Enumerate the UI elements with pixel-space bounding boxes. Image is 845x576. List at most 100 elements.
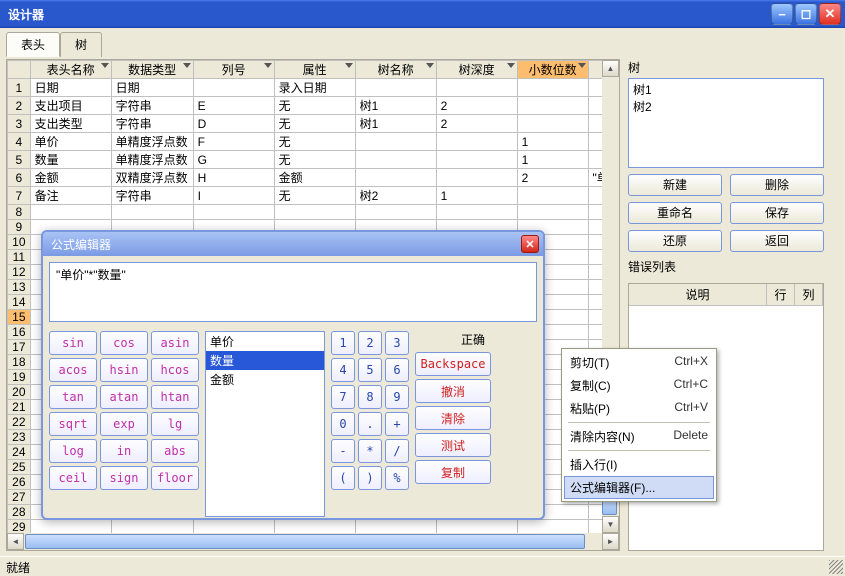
- grid-cell[interactable]: 树1: [355, 115, 436, 133]
- row-header[interactable]: 17: [8, 340, 31, 355]
- column-header[interactable]: 数据类型: [111, 61, 193, 79]
- fn-sqrt-button[interactable]: sqrt: [49, 412, 97, 436]
- undo-button[interactable]: 撤消: [415, 379, 491, 403]
- tab-tree[interactable]: 树: [60, 32, 102, 57]
- restore-button[interactable]: 还原: [628, 230, 722, 252]
- numpad-.-button[interactable]: .: [358, 412, 382, 436]
- row-header[interactable]: 15: [8, 310, 31, 325]
- grid-cell[interactable]: H: [193, 169, 274, 187]
- numpad-%-button[interactable]: %: [385, 466, 409, 490]
- grid-cell[interactable]: 1: [517, 151, 588, 169]
- delete-button[interactable]: 删除: [730, 174, 824, 196]
- grid-cell[interactable]: [436, 151, 517, 169]
- scroll-up-button[interactable]: ▲: [602, 60, 619, 77]
- numpad-7-button[interactable]: 7: [331, 385, 355, 409]
- row-header[interactable]: 24: [8, 445, 31, 460]
- row-header[interactable]: 22: [8, 415, 31, 430]
- numpad-3-button[interactable]: 3: [385, 331, 409, 355]
- ctx-formula-editor[interactable]: 公式编辑器(F)...: [564, 476, 714, 499]
- row-header[interactable]: 2: [8, 97, 31, 115]
- grid-cell[interactable]: G: [193, 151, 274, 169]
- numpad-0-button[interactable]: 0: [331, 412, 355, 436]
- grid-cell[interactable]: [517, 79, 588, 97]
- row-header[interactable]: 13: [8, 280, 31, 295]
- column-header[interactable]: 小数位数: [517, 61, 588, 79]
- row-header[interactable]: 27: [8, 490, 31, 505]
- row-header[interactable]: 7: [8, 187, 31, 205]
- numpad-9-button[interactable]: 9: [385, 385, 409, 409]
- clear-button[interactable]: 清除: [415, 406, 491, 430]
- row-header[interactable]: 10: [8, 235, 31, 250]
- row-header[interactable]: 21: [8, 400, 31, 415]
- tab-header[interactable]: 表头: [6, 32, 60, 57]
- tree-list[interactable]: 树1 树2: [628, 78, 824, 168]
- dialog-titlebar[interactable]: 公式编辑器 ✕: [43, 232, 543, 256]
- grid-cell[interactable]: 无: [274, 187, 355, 205]
- rename-button[interactable]: 重命名: [628, 202, 722, 224]
- grid-cell[interactable]: 2: [517, 169, 588, 187]
- variable-item[interactable]: 数量: [206, 351, 324, 370]
- fn-lg-button[interactable]: lg: [151, 412, 199, 436]
- grid-cell[interactable]: 备注: [30, 187, 111, 205]
- save-button[interactable]: 保存: [730, 202, 824, 224]
- grid-cell[interactable]: 金额: [274, 169, 355, 187]
- grid-cell[interactable]: [517, 205, 588, 220]
- row-header[interactable]: 11: [8, 250, 31, 265]
- grid-cell[interactable]: 数量: [30, 151, 111, 169]
- grid-cell[interactable]: [193, 79, 274, 97]
- ctx-clear-content[interactable]: 清除内容(N)Delete: [564, 425, 714, 448]
- scroll-thumb[interactable]: [25, 534, 585, 549]
- grid-cell[interactable]: 无: [274, 97, 355, 115]
- numpad-8-button[interactable]: 8: [358, 385, 382, 409]
- grid-cell[interactable]: [517, 187, 588, 205]
- row-header[interactable]: 29: [8, 520, 31, 534]
- row-header[interactable]: 1: [8, 79, 31, 97]
- grid-cell[interactable]: [30, 205, 111, 220]
- grid-cell[interactable]: [436, 205, 517, 220]
- fn-asin-button[interactable]: asin: [151, 331, 199, 355]
- numpad-4-button[interactable]: 4: [331, 358, 355, 382]
- fn-sin-button[interactable]: sin: [49, 331, 97, 355]
- row-header[interactable]: 3: [8, 115, 31, 133]
- fn-floor-button[interactable]: floor: [151, 466, 199, 490]
- row-header[interactable]: 12: [8, 265, 31, 280]
- grid-cell[interactable]: [355, 133, 436, 151]
- grid-cell[interactable]: [355, 169, 436, 187]
- grid-cell[interactable]: 1: [436, 187, 517, 205]
- grid-cell[interactable]: 单精度浮点数: [111, 151, 193, 169]
- numpad-*-button[interactable]: *: [358, 439, 382, 463]
- fn-sign-button[interactable]: sign: [100, 466, 148, 490]
- dialog-close-button[interactable]: ✕: [521, 235, 539, 253]
- numpad-/-button[interactable]: /: [385, 439, 409, 463]
- numpad-(-button[interactable]: (: [331, 466, 355, 490]
- grid-cell[interactable]: 无: [274, 115, 355, 133]
- numpad-1-button[interactable]: 1: [331, 331, 355, 355]
- fn-htan-button[interactable]: htan: [151, 385, 199, 409]
- list-item[interactable]: 树1: [633, 81, 819, 98]
- grid-cell[interactable]: 2: [436, 115, 517, 133]
- grid-cell[interactable]: 支出类型: [30, 115, 111, 133]
- grid-cell[interactable]: 字符串: [111, 97, 193, 115]
- fn-hcos-button[interactable]: hcos: [151, 358, 199, 382]
- column-header[interactable]: 树名称: [355, 61, 436, 79]
- row-header[interactable]: 4: [8, 133, 31, 151]
- row-header[interactable]: 23: [8, 430, 31, 445]
- test-button[interactable]: 测试: [415, 433, 491, 457]
- grid-cell[interactable]: 无: [274, 151, 355, 169]
- column-header[interactable]: 表头名称: [30, 61, 111, 79]
- row-header[interactable]: 20: [8, 385, 31, 400]
- formula-input[interactable]: [49, 262, 537, 322]
- grid-hscroll[interactable]: ◄ ►: [7, 533, 619, 550]
- grid-cell[interactable]: D: [193, 115, 274, 133]
- list-item[interactable]: 树2: [633, 98, 819, 115]
- row-header[interactable]: 25: [8, 460, 31, 475]
- row-header[interactable]: 28: [8, 505, 31, 520]
- grid-cell[interactable]: [355, 79, 436, 97]
- fn-atan-button[interactable]: atan: [100, 385, 148, 409]
- grid-cell[interactable]: 字符串: [111, 115, 193, 133]
- grid-cell[interactable]: 1: [517, 133, 588, 151]
- grid-cell[interactable]: 日期: [111, 79, 193, 97]
- copy-button[interactable]: 复制: [415, 460, 491, 484]
- numpad-6-button[interactable]: 6: [385, 358, 409, 382]
- grid-cell[interactable]: [517, 115, 588, 133]
